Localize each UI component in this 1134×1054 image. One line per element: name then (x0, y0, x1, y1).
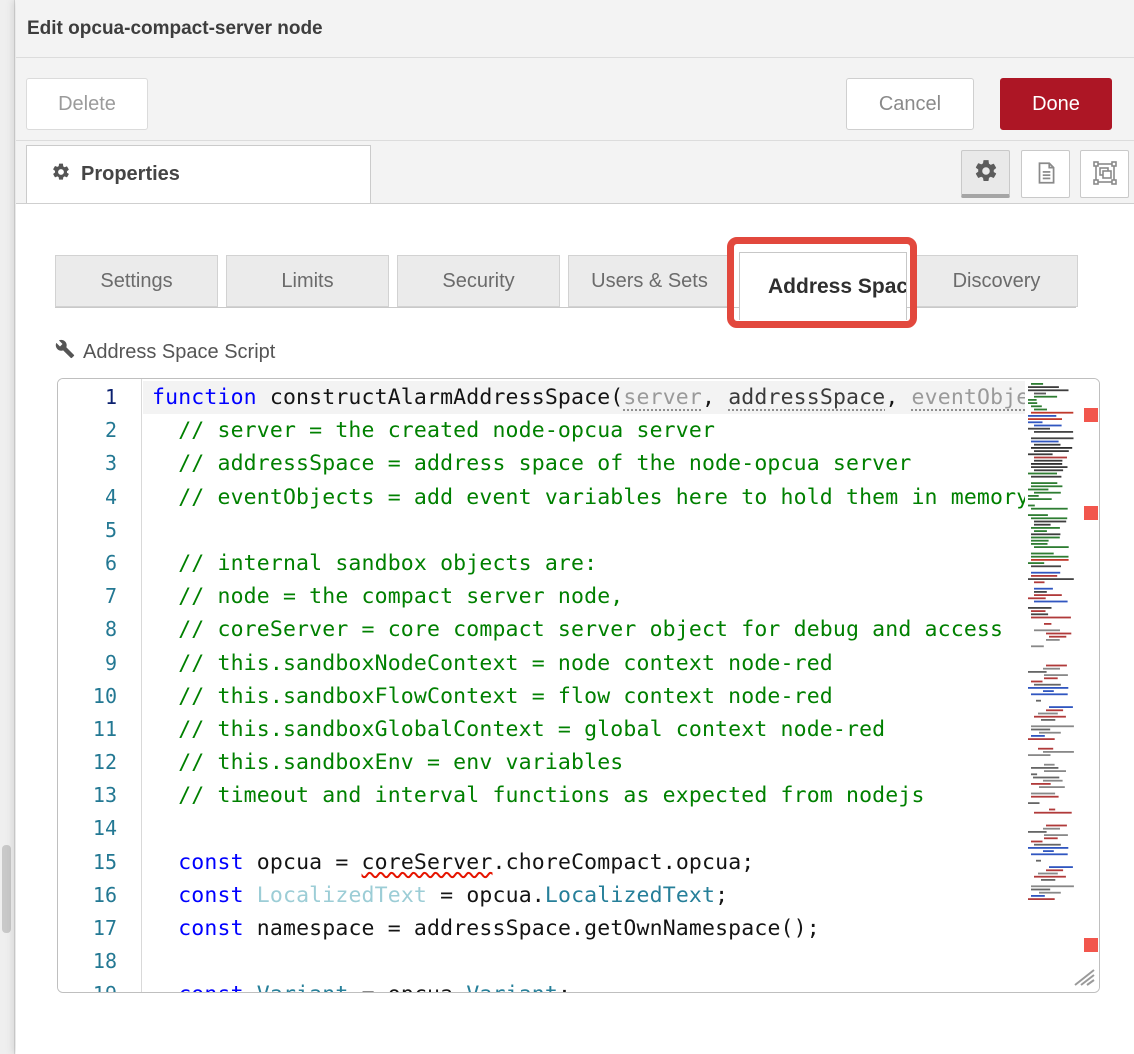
tab-security[interactable]: Security (397, 255, 560, 307)
code-line: // server = the created node-opcua serve… (143, 414, 1025, 447)
code-line: // this.sandboxEnv = env variables (143, 746, 1025, 779)
node-tabs: SettingsLimitsSecurityUsers & SetsAddres… (55, 255, 1078, 323)
code-line: // node = the compact server node, (143, 580, 1025, 613)
code-line (143, 945, 1025, 978)
editor-overview-ruler[interactable] (1081, 379, 1100, 992)
line-number: 11 (58, 713, 141, 746)
line-number: 5 (58, 514, 141, 547)
edit-node-dialog: Edit opcua-compact-server node Delete Ca… (16, 0, 1134, 1054)
properties-icon-button[interactable] (961, 150, 1010, 198)
line-number: 3 (58, 447, 141, 480)
code-line: const namespace = addressSpace.getOwnNam… (143, 912, 1025, 945)
code-line (143, 812, 1025, 845)
code-line: // this.sandboxFlowContext = flow contex… (143, 680, 1025, 713)
code-line: const opcua = coreServer.choreCompact.op… (143, 846, 1025, 879)
dialog-header: Edit opcua-compact-server node (16, 0, 1134, 58)
error-marker (1084, 506, 1098, 520)
wrench-icon (55, 339, 75, 365)
editor-gutter: 12345678910111213141516171819 (58, 379, 142, 992)
code-line: const LocalizedText = opcua.LocalizedTex… (143, 879, 1025, 912)
line-number: 19 (58, 978, 141, 993)
document-icon (1033, 160, 1059, 189)
section-label: Address Space Script (55, 339, 275, 365)
workspace-edge (0, 0, 15, 1054)
tab-settings[interactable]: Settings (55, 255, 218, 307)
cancel-button[interactable]: Cancel (846, 78, 974, 130)
properties-tab-label: Properties (81, 163, 180, 186)
line-number: 6 (58, 547, 141, 580)
line-number: 16 (58, 879, 141, 912)
tab-properties[interactable]: Properties (26, 145, 371, 203)
code-line (143, 514, 1025, 547)
delete-button[interactable]: Delete (26, 78, 148, 130)
section-label-text: Address Space Script (83, 341, 275, 364)
line-number: 2 (58, 414, 141, 447)
code-line: // addressSpace = address space of the n… (143, 447, 1025, 480)
line-number: 13 (58, 779, 141, 812)
editor-tabs-row: Properties (16, 141, 1134, 204)
gear-icon (973, 158, 999, 187)
tab-users-sets[interactable]: Users & Sets (568, 255, 731, 307)
appearance-icon (1091, 159, 1119, 190)
tab-address-space[interactable]: Address Space (739, 252, 907, 320)
line-number: 1 (58, 381, 141, 414)
workspace-scrollbar[interactable] (2, 845, 11, 933)
gear-icon (51, 162, 71, 187)
line-number: 14 (58, 812, 141, 845)
error-marker (1084, 408, 1098, 422)
editor-code[interactable]: function constructAlarmAddressSpace(serv… (143, 379, 1025, 992)
code-line: // this.sandboxGlobalContext = global co… (143, 713, 1025, 746)
tab-limits[interactable]: Limits (226, 255, 389, 307)
code-line: // internal sandbox objects are: (143, 547, 1025, 580)
error-marker (1084, 938, 1098, 952)
code-line: // eventObjects = add event variables he… (143, 481, 1025, 514)
description-icon-button[interactable] (1021, 150, 1070, 198)
line-number: 4 (58, 481, 141, 514)
code-line: // this.sandboxNodeContext = node contex… (143, 647, 1025, 680)
line-number: 12 (58, 746, 141, 779)
line-number: 8 (58, 613, 141, 646)
code-line: // timeout and interval functions as exp… (143, 779, 1025, 812)
done-button[interactable]: Done (1000, 78, 1112, 130)
line-number: 9 (58, 647, 141, 680)
dialog-title: Edit opcua-compact-server node (16, 18, 323, 40)
line-number: 15 (58, 846, 141, 879)
code-line: // coreServer = core compact server obje… (143, 613, 1025, 646)
code-line: const Variant = opcua.Variant; (143, 978, 1025, 992)
editor-resize-grip[interactable] (1073, 968, 1095, 986)
editor-minimap[interactable] (1025, 381, 1081, 909)
tab-discovery[interactable]: Discovery (915, 255, 1078, 307)
code-line: function constructAlarmAddressSpace(serv… (143, 381, 1025, 414)
code-editor[interactable]: 12345678910111213141516171819 function c… (57, 378, 1100, 993)
appearance-icon-button[interactable] (1080, 150, 1129, 198)
dialog-toolbar: Delete Cancel Done (16, 58, 1134, 141)
line-number: 17 (58, 912, 141, 945)
line-number: 7 (58, 580, 141, 613)
line-number: 18 (58, 945, 141, 978)
screenshot-root: Edit opcua-compact-server node Delete Ca… (0, 0, 1134, 1054)
line-number: 10 (58, 680, 141, 713)
